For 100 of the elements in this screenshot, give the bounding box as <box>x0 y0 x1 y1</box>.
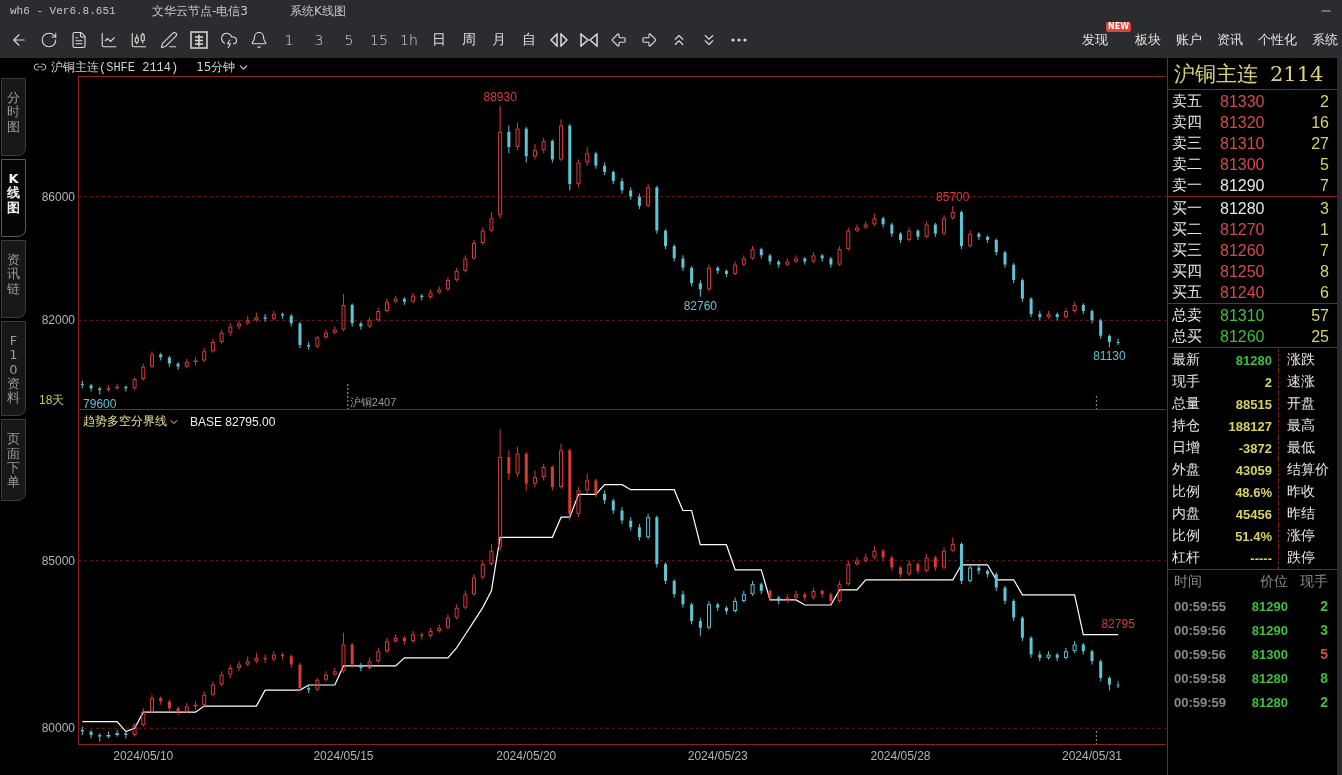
order-label: 卖二 <box>1172 155 1203 174</box>
candle <box>664 561 667 585</box>
candle <box>367 657 372 671</box>
candle <box>777 259 781 269</box>
candle <box>237 660 241 672</box>
stat-value: -3872 <box>1237 440 1273 456</box>
compress-arrows-icon <box>580 33 598 47</box>
candle <box>210 680 215 697</box>
link-icon <box>33 60 47 74</box>
stat-value: 43059 <box>1234 462 1273 478</box>
order-volume: 6 <box>1319 283 1329 302</box>
axis-label: 82000 <box>41 313 75 328</box>
side-tab[interactable]: K线图 <box>1 159 26 237</box>
candle <box>307 684 311 694</box>
candle <box>629 186 633 201</box>
candle <box>445 276 450 292</box>
candle <box>716 602 720 612</box>
side-tab[interactable]: 分时图 <box>1 78 26 156</box>
candle <box>359 321 363 331</box>
candle <box>507 125 511 154</box>
stat-label: 外盘 <box>1172 461 1201 479</box>
indicator-dropdown[interactable]: 趋势多空分界线 <box>83 413 180 430</box>
trade-price: 81280 <box>1250 670 1288 686</box>
menu-item[interactable]: 系统 <box>1312 28 1338 52</box>
side-tab[interactable]: F10资料 <box>1 321 26 417</box>
more-icon <box>731 38 747 42</box>
candle <box>820 588 824 599</box>
candle <box>98 732 102 743</box>
menu-item[interactable]: 个性化 <box>1258 28 1297 52</box>
candle <box>576 159 581 188</box>
period-button[interactable]: 周 <box>454 25 484 55</box>
candle <box>690 265 694 287</box>
candle <box>307 341 311 351</box>
period-button[interactable]: 15 <box>364 25 394 55</box>
period-button[interactable]: 5 <box>334 25 364 55</box>
instrument-name: 沪铜主连 <box>1174 60 1258 88</box>
candle <box>1038 310 1042 321</box>
candle <box>1020 615 1024 642</box>
date-label: 2024/05/31 <box>1062 749 1123 763</box>
candle <box>254 652 259 664</box>
candle <box>98 386 102 396</box>
candle <box>1116 680 1120 689</box>
period-button[interactable]: 1 <box>274 25 304 55</box>
candle <box>1046 310 1051 320</box>
candle <box>132 377 137 391</box>
order-label: 买三 <box>1172 241 1203 260</box>
candle <box>228 664 233 679</box>
candle <box>1055 652 1059 662</box>
side-tab[interactable]: 资讯链 <box>1 240 26 318</box>
period-button[interactable]: 自 <box>514 25 544 55</box>
candle <box>1081 642 1085 656</box>
period-button[interactable]: 3 <box>304 25 334 55</box>
order-label: 买五 <box>1172 283 1203 302</box>
menu-item[interactable]: 资讯 <box>1217 28 1243 52</box>
base-value: BASE 82795.00 <box>190 414 276 429</box>
candle <box>271 650 276 662</box>
candle <box>899 231 903 244</box>
side-tab[interactable]: 页面下单 <box>1 419 26 501</box>
period-button[interactable]: 日 <box>424 25 454 55</box>
candle <box>741 590 746 604</box>
candle <box>637 193 641 210</box>
stat-value: ----- <box>1249 550 1273 566</box>
price-label: 81130 <box>1093 349 1126 364</box>
stat-label: 现手 <box>1172 373 1201 391</box>
date-label: 2024/05/28 <box>870 749 931 763</box>
candle <box>1038 650 1042 662</box>
trade-time: 00:59:56 <box>1174 622 1228 638</box>
menu-item[interactable]: 账户 <box>1176 28 1202 52</box>
candle <box>890 555 894 572</box>
candle <box>881 548 885 562</box>
candle <box>820 253 824 263</box>
candle <box>759 582 763 595</box>
candle <box>1107 675 1111 691</box>
order-price: 81240 <box>1220 283 1266 302</box>
candle <box>1046 650 1051 661</box>
candle <box>141 363 146 382</box>
date-label: 2024/05/10 <box>113 749 174 763</box>
stat-label: 内盘 <box>1172 505 1201 523</box>
candle <box>193 700 198 711</box>
price-label: 85700 <box>936 189 970 204</box>
candle <box>1116 338 1120 346</box>
stat-label: 结算价 <box>1287 461 1329 479</box>
candle <box>532 469 537 488</box>
candle <box>1012 598 1016 622</box>
candle <box>437 285 442 295</box>
stat-value: 188127 <box>1227 418 1273 434</box>
date-marker <box>1095 395 1097 410</box>
candle <box>1072 640 1077 654</box>
period-button[interactable]: 1h <box>394 25 424 55</box>
candle <box>568 123 572 191</box>
candle <box>863 220 868 230</box>
menu-item[interactable]: 板块 <box>1135 28 1161 52</box>
candle <box>611 498 615 515</box>
candle <box>159 695 163 706</box>
period-button[interactable]: 月 <box>484 25 514 55</box>
date-marker <box>1095 730 1097 745</box>
period-dropdown[interactable]: 15分钟 <box>196 58 250 76</box>
stat-label: 日增 <box>1172 439 1201 457</box>
candle <box>281 312 285 320</box>
candle <box>750 245 755 261</box>
